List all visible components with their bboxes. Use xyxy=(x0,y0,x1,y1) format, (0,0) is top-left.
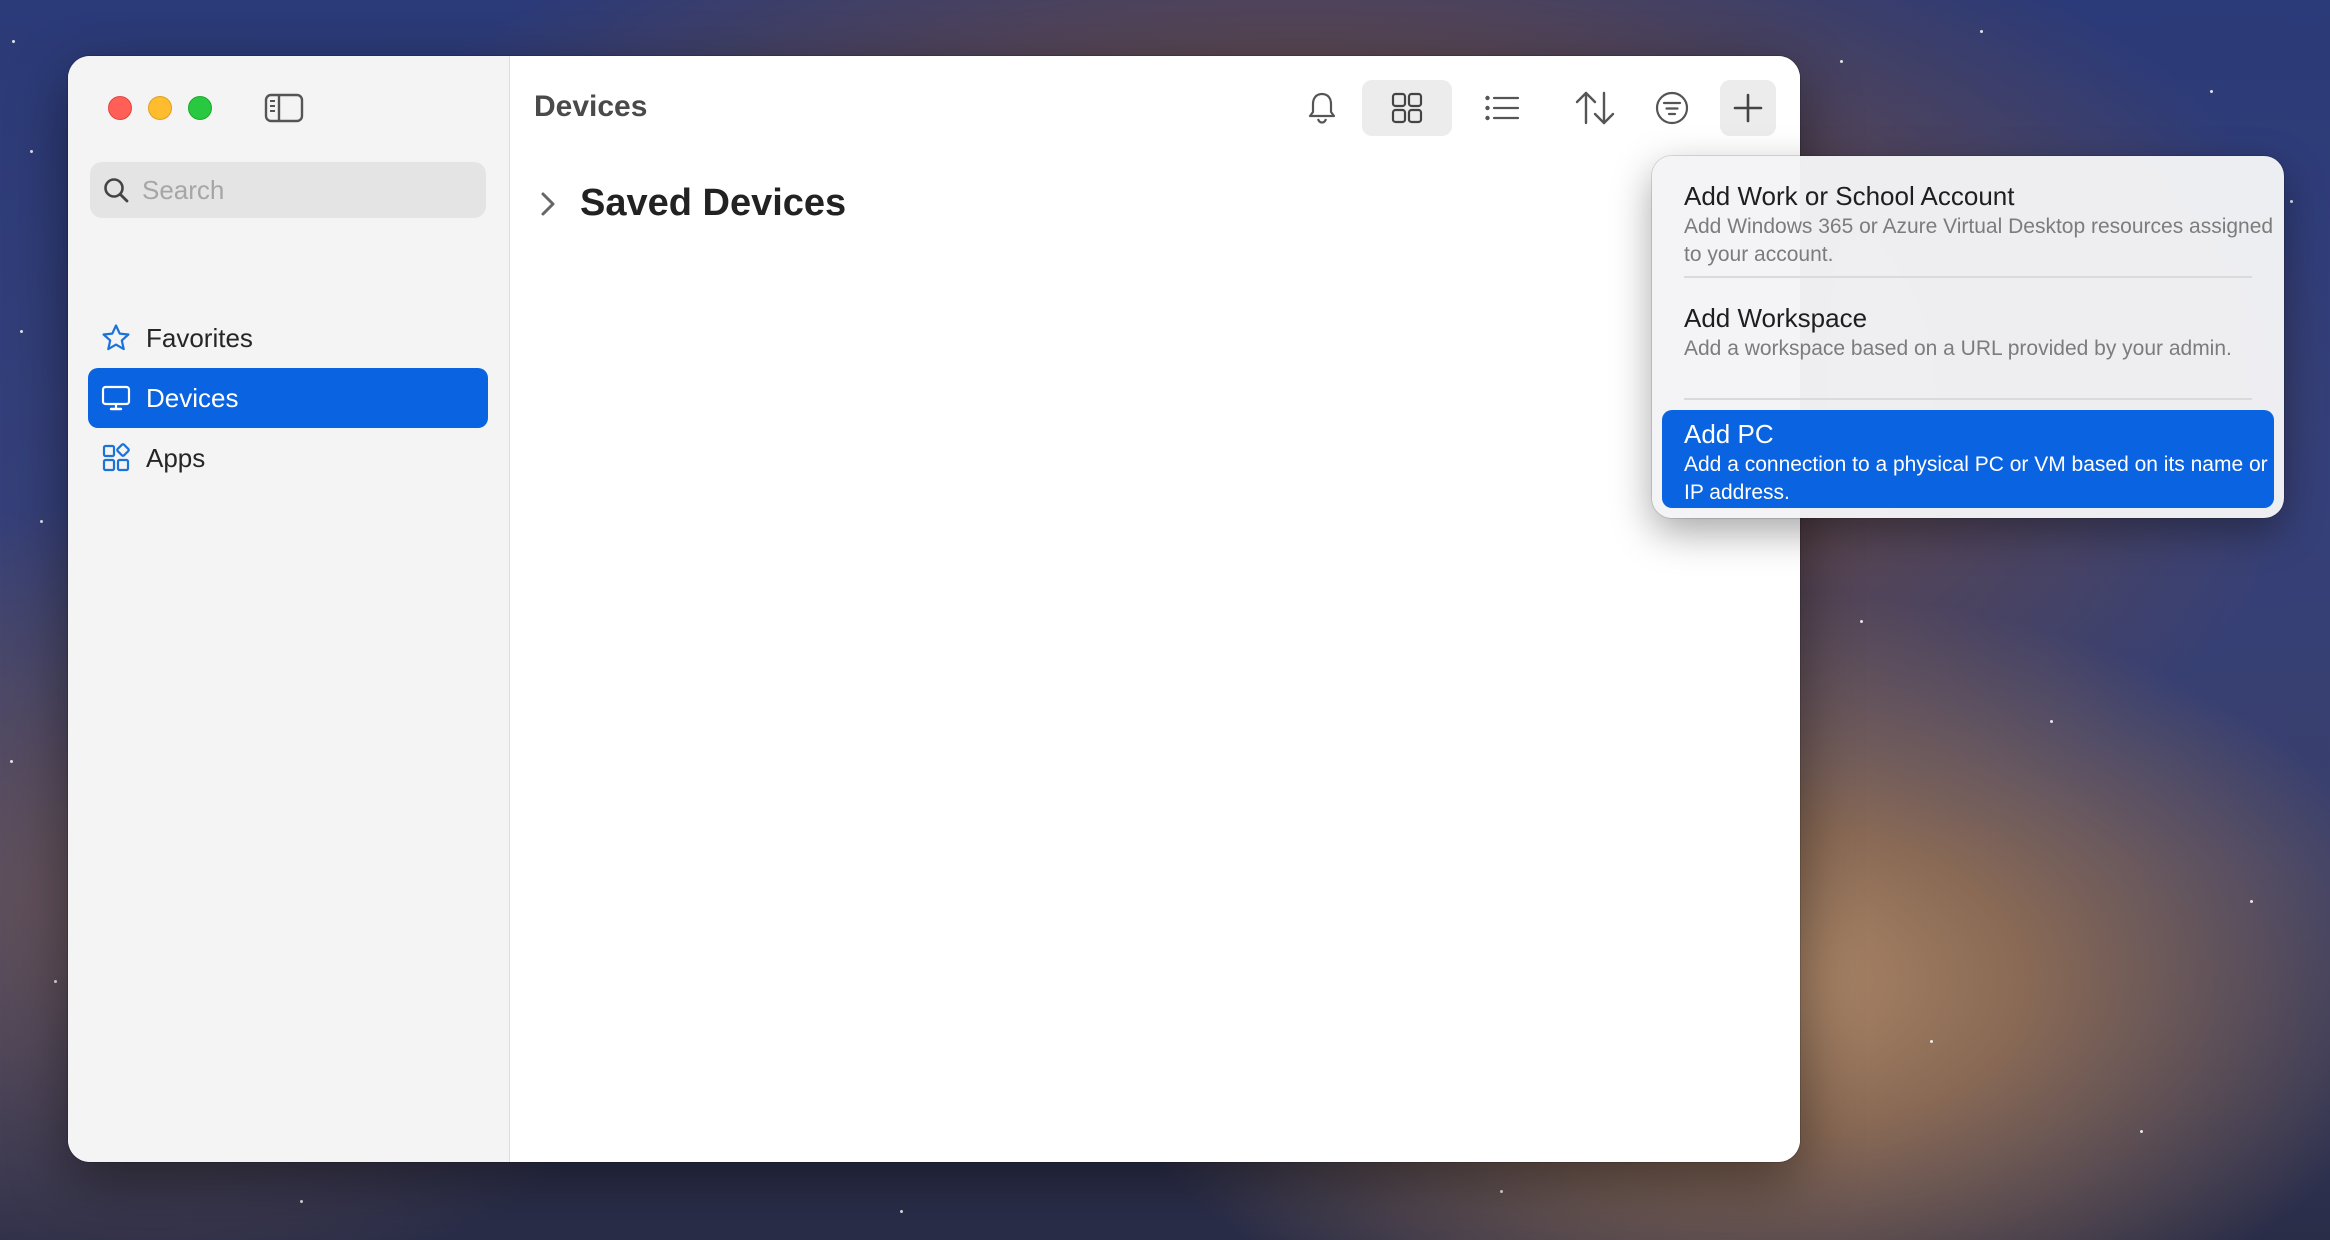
bell-icon xyxy=(1308,92,1336,124)
sort-icon xyxy=(1575,91,1615,125)
sidebar-item-label: Apps xyxy=(146,442,206,473)
minimize-button[interactable] xyxy=(148,96,172,120)
menu-item-description: Add a connection to a physical PC or VM … xyxy=(1684,452,2268,504)
close-button[interactable] xyxy=(108,96,132,120)
zoom-button[interactable] xyxy=(188,96,212,120)
menu-separator xyxy=(1684,276,2252,278)
filter-icon xyxy=(1655,91,1689,125)
group-title: Saved Devices xyxy=(580,182,847,224)
list-view-icon xyxy=(1485,95,1520,121)
chevron-right-icon xyxy=(541,192,555,215)
search-field[interactable] xyxy=(90,162,486,218)
menu-item-title: Add Workspace xyxy=(1684,303,1868,333)
refresh-button[interactable] xyxy=(1788,80,1800,136)
star-icon xyxy=(98,320,134,356)
add-button[interactable] xyxy=(1720,80,1776,136)
page-title: Devices xyxy=(534,90,648,123)
search-icon xyxy=(104,178,129,203)
menu-item-add-pc[interactable]: Add PC Add a connection to a physical PC… xyxy=(1662,410,2274,508)
menu-separator xyxy=(1684,398,2252,400)
sidebar-item-apps[interactable]: Apps xyxy=(88,428,488,488)
monitor-icon xyxy=(98,380,134,416)
sidebar-toggle-icon xyxy=(264,93,304,123)
menu-item-title: Add Work or School Account xyxy=(1684,181,2015,211)
menu-item-description: Add a workspace based on a URL provided … xyxy=(1684,336,2232,360)
app-window: Favorites Devices Apps xyxy=(68,56,1800,1162)
menu-item-add-work-account[interactable]: Add Work or School Account Add Windows 3… xyxy=(1662,164,2274,278)
sidebar-item-label: Devices xyxy=(146,382,239,413)
filter-button[interactable] xyxy=(1640,80,1704,136)
notifications-button[interactable] xyxy=(1292,80,1352,136)
list-view-button[interactable] xyxy=(1462,80,1542,136)
grid-view-icon xyxy=(1391,92,1423,124)
menu-item-description: Add Windows 365 or Azure Virtual Desktop… xyxy=(1684,214,2274,266)
sidebar-item-devices[interactable]: Devices xyxy=(88,368,488,428)
saved-devices-group[interactable]: Saved Devices xyxy=(534,182,846,225)
apps-grid-icon xyxy=(98,440,134,476)
menu-item-title: Add PC xyxy=(1684,419,1774,449)
sidebar-toggle-button[interactable] xyxy=(264,92,304,124)
grid-view-button[interactable] xyxy=(1362,80,1452,136)
plus-icon xyxy=(1733,93,1763,123)
search-input[interactable] xyxy=(142,162,472,218)
add-menu: Add Work or School Account Add Windows 3… xyxy=(1652,156,2284,518)
sidebar: Favorites Devices Apps xyxy=(68,56,510,1162)
menu-item-add-workspace[interactable]: Add Workspace Add a workspace based on a… xyxy=(1662,286,2274,400)
main-content: Devices Saved Devices xyxy=(510,56,1800,1162)
sort-button[interactable] xyxy=(1560,80,1630,136)
sidebar-item-favorites[interactable]: Favorites xyxy=(88,308,488,368)
sidebar-item-label: Favorites xyxy=(146,322,253,353)
